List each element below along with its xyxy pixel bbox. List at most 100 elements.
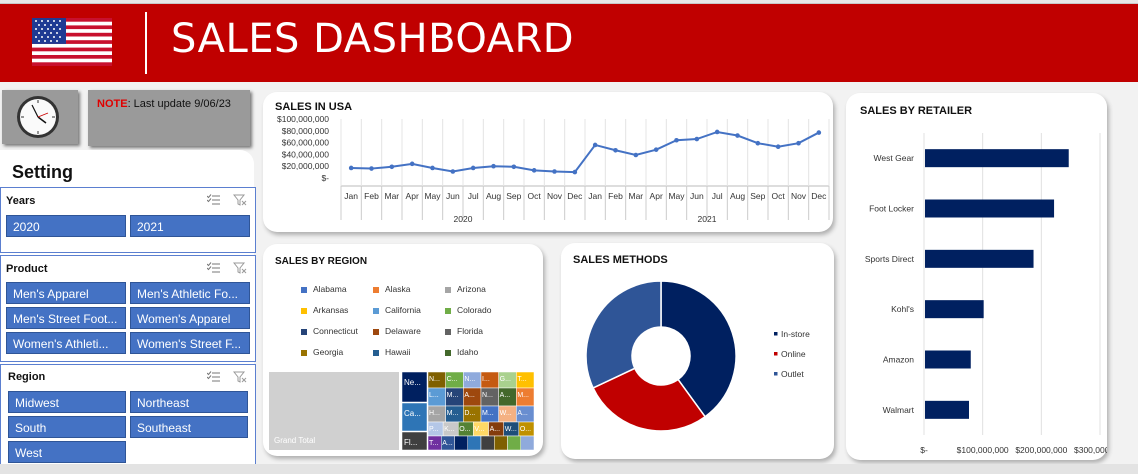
treemap-tile-label: A... bbox=[500, 392, 511, 399]
treemap-tile-label: A... bbox=[490, 426, 501, 433]
treemap-tile-label: T... bbox=[517, 376, 526, 383]
slicer-item-2020[interactable]: 2020 bbox=[6, 215, 126, 237]
legend-label: Colorado bbox=[457, 305, 492, 315]
multi-select-icon[interactable] bbox=[207, 194, 221, 206]
legend-label: Florida bbox=[457, 326, 483, 336]
legend-label: Connecticut bbox=[313, 326, 358, 336]
treemap-tile-label: M... bbox=[517, 392, 529, 399]
treemap-tile-label: I... bbox=[482, 376, 490, 383]
x-tick-label: Nov bbox=[547, 191, 563, 201]
x-tick-label: Sep bbox=[750, 191, 765, 201]
legend-label: Delaware bbox=[385, 326, 421, 336]
x-tick-label: Jan bbox=[344, 191, 358, 201]
slicer-item-womens-athletic-footwear[interactable]: Women's Athleti... bbox=[6, 332, 126, 354]
x-tick-label: Mar bbox=[629, 191, 644, 201]
treemap-tile-label: C... bbox=[447, 376, 458, 383]
region-slicer-title: Region bbox=[8, 371, 46, 383]
data-point bbox=[816, 130, 822, 135]
y-tick-label: $60,000,000 bbox=[282, 138, 330, 148]
treemap-tile-label: N... bbox=[429, 376, 440, 383]
legend-swatch bbox=[445, 328, 451, 335]
x-tick-label: Nov bbox=[791, 191, 807, 201]
sales-retailer-bar-chart: $- $100,000,000 $200,000,000 $300,000,000 We… bbox=[865, 133, 1107, 455]
x-tick-label: $300,000,000 bbox=[1074, 445, 1107, 455]
retailer-bar bbox=[925, 199, 1055, 218]
treemap-tile-label: Fl... bbox=[404, 438, 417, 447]
treemap-tile-label: V... bbox=[474, 426, 484, 433]
slicer-item-west[interactable]: West bbox=[8, 441, 126, 463]
slicer-item-south[interactable]: South bbox=[8, 416, 126, 438]
sales-methods-card: SALES METHODS In-store Online Outlet bbox=[561, 243, 834, 459]
slicer-item-midwest[interactable]: Midwest bbox=[8, 391, 126, 413]
data-point bbox=[369, 166, 374, 171]
header-divider bbox=[145, 12, 147, 74]
multi-select-icon[interactable] bbox=[207, 262, 221, 274]
legend-swatch bbox=[373, 307, 379, 314]
treemap-tile-label: N... bbox=[464, 376, 475, 383]
x-tick-label: May bbox=[668, 191, 685, 201]
y-tick-label: $- bbox=[321, 173, 329, 183]
y-tick-label: $40,000,000 bbox=[282, 149, 330, 159]
slicer-item-southeast[interactable]: Southeast bbox=[130, 416, 248, 438]
clear-filter-icon[interactable] bbox=[233, 194, 247, 206]
slicer-item-mens-athletic-footwear[interactable]: Men's Athletic Fo... bbox=[130, 282, 250, 304]
y-tick-label: Sports Direct bbox=[865, 254, 915, 264]
legend-item: Connecticut bbox=[301, 326, 358, 336]
donut-slice bbox=[585, 280, 662, 389]
note-panel: NOTE: Last update 9/06/23 bbox=[88, 90, 250, 146]
slicer-item-mens-apparel[interactable]: Men's Apparel bbox=[6, 282, 126, 304]
legend-swatch bbox=[774, 352, 778, 356]
data-point bbox=[755, 140, 761, 146]
x-tick-label: May bbox=[424, 191, 441, 201]
retailer-bar bbox=[925, 249, 1034, 268]
y-tick-label: West Gear bbox=[874, 153, 915, 163]
data-point bbox=[470, 165, 476, 171]
clear-filter-icon[interactable] bbox=[233, 371, 247, 383]
data-point bbox=[714, 129, 720, 135]
legend-label: Hawaii bbox=[385, 347, 411, 357]
x-tick-label: Jan bbox=[588, 191, 602, 201]
legend-item: Colorado bbox=[445, 305, 492, 315]
treemap-tile-label: Ne... bbox=[404, 378, 421, 387]
legend-item: Florida bbox=[445, 326, 483, 336]
legend-swatch bbox=[301, 286, 307, 293]
slicer-item-womens-street-footwear[interactable]: Women's Street F... bbox=[130, 332, 250, 354]
x-tick-label: Dec bbox=[567, 191, 583, 201]
x-tick-label: Jul bbox=[712, 191, 723, 201]
slicer-item-northeast[interactable]: Northeast bbox=[130, 391, 248, 413]
x-tick-label: Aug bbox=[486, 191, 501, 201]
legend-label: Idaho bbox=[457, 347, 479, 357]
legend-swatch bbox=[373, 349, 379, 356]
x-tick-label: Jun bbox=[446, 191, 460, 201]
retailer-bar bbox=[925, 149, 1069, 168]
data-point bbox=[409, 161, 415, 167]
x-tick-label: Apr bbox=[406, 191, 419, 201]
treemap-tile-label: A... bbox=[517, 410, 528, 417]
y-tick-label: $20,000,000 bbox=[282, 161, 330, 171]
clear-filter-icon[interactable] bbox=[233, 262, 247, 274]
slicer-item-mens-street-footwear[interactable]: Men's Street Foot... bbox=[6, 307, 126, 329]
slicer-item-womens-apparel[interactable]: Women's Apparel bbox=[130, 307, 250, 329]
data-point bbox=[450, 169, 456, 174]
data-point bbox=[552, 169, 557, 174]
treemap-tile bbox=[480, 435, 495, 451]
x-tick-label: Feb bbox=[364, 191, 379, 201]
treemap-tile-label: M... bbox=[447, 392, 459, 399]
multi-select-icon[interactable] bbox=[207, 371, 221, 383]
legend-swatch bbox=[774, 372, 778, 376]
treemap-tile-label: Ca... bbox=[404, 409, 421, 418]
sales-usa-card: SALES IN USA $100,000,000 $80,000,000 $60,… bbox=[263, 92, 833, 232]
legend-item: Arizona bbox=[445, 284, 486, 294]
x-tick-label: Mar bbox=[385, 191, 400, 201]
sales-usa-line-chart: $100,000,000 $80,000,000 $60,000,000$40,00… bbox=[277, 114, 830, 224]
treemap-tile-label: K... bbox=[444, 426, 455, 433]
legend-label: In-store bbox=[781, 329, 810, 339]
x-tick-label: Apr bbox=[650, 191, 663, 201]
legend-item: Hawaii bbox=[373, 347, 411, 357]
legend-item: Alabama bbox=[301, 284, 347, 294]
data-point bbox=[613, 147, 618, 153]
slicer-item-2021[interactable]: 2021 bbox=[130, 215, 250, 237]
y-tick-label: Amazon bbox=[883, 355, 914, 365]
data-point bbox=[572, 169, 578, 175]
treemap-tile bbox=[454, 435, 468, 451]
